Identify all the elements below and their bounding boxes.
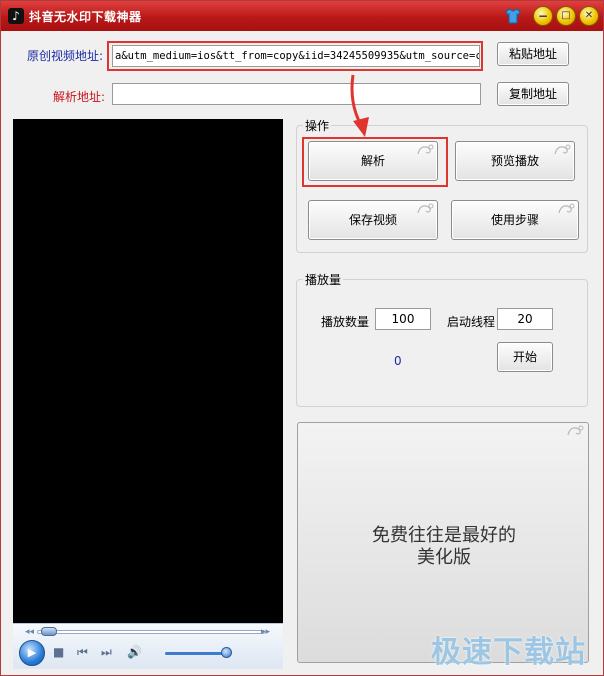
threads-label: 启动线程 (447, 315, 496, 329)
preview-play-label: 预览播放 (490, 154, 539, 168)
stop-icon[interactable]: ■ (53, 645, 64, 659)
swirl-ornament-icon (417, 144, 434, 155)
volume-thumb[interactable] (221, 647, 232, 658)
playback-group-title: 播放量 (303, 271, 344, 288)
media-player-bar: ◂◂ ▸▸ ▶ ■ ⏮ ⏭ 🔊 (13, 623, 283, 669)
swirl-ornament-icon (567, 425, 584, 436)
copy-url-label: 复制地址 (508, 87, 557, 101)
minimize-button[interactable]: − (533, 6, 553, 26)
volume-icon[interactable]: 🔊 (127, 645, 142, 659)
paste-url-button[interactable]: 粘贴地址 (497, 42, 569, 66)
skin-icon[interactable] (504, 7, 522, 25)
close-button[interactable]: ✕ (579, 6, 599, 26)
seek-thumb[interactable] (41, 627, 57, 636)
swirl-ornament-icon (417, 203, 434, 214)
play-count-input[interactable]: 100 (375, 308, 431, 330)
red-arrow-icon (350, 74, 369, 137)
operations-group-title: 操作 (303, 117, 332, 134)
swirl-ornament-icon (558, 203, 575, 214)
window-title: 抖音无水印下载神器 (29, 10, 142, 24)
seek-back-icon[interactable]: ◂◂ (25, 627, 34, 637)
video-display[interactable] (13, 119, 283, 669)
save-video-label: 保存视频 (348, 213, 397, 227)
paste-url-label: 粘贴地址 (508, 47, 557, 61)
promo-line-2: 美化版 (417, 547, 471, 568)
play-count-label: 播放数量 (321, 315, 370, 329)
app-window: ♪ 抖音无水印下载神器 − □ ✕ 原创视频地址: a&utm_medium=i… (0, 0, 604, 676)
title-bar[interactable]: ♪ 抖音无水印下载神器 − □ ✕ (1, 1, 603, 31)
next-icon[interactable]: ⏭ (101, 645, 112, 659)
volume-slider[interactable] (165, 652, 229, 655)
preview-play-button[interactable]: 预览播放 (455, 141, 575, 181)
swirl-ornament-icon (554, 144, 571, 155)
usage-steps-label: 使用步骤 (490, 213, 539, 227)
threads-input[interactable]: 20 (497, 308, 553, 330)
parsed-url-label: 解析地址: (53, 90, 106, 104)
parse-label: 解析 (360, 154, 385, 168)
save-video-button[interactable]: 保存视频 (308, 200, 438, 240)
play-icon[interactable]: ▶ (19, 640, 45, 666)
parse-button[interactable]: 解析 (308, 141, 438, 181)
seek-bar[interactable] (37, 630, 265, 634)
maximize-button[interactable]: □ (556, 6, 576, 26)
source-url-label: 原创视频地址: (27, 49, 104, 63)
seek-forward-icon[interactable]: ▸▸ (261, 627, 270, 637)
tiktok-logo-icon: ♪ (8, 8, 24, 24)
status-count: 0 (394, 354, 402, 368)
start-label: 开始 (512, 350, 537, 364)
start-button[interactable]: 开始 (497, 342, 553, 372)
site-watermark: 极速下载站 (431, 635, 586, 670)
previous-icon[interactable]: ⏮ (77, 645, 88, 659)
source-url-input[interactable]: a&utm_medium=ios&tt_from=copy&iid=342455… (112, 45, 480, 67)
usage-steps-button[interactable]: 使用步骤 (451, 200, 579, 240)
parsed-url-input[interactable] (112, 83, 481, 105)
copy-url-button[interactable]: 复制地址 (497, 82, 569, 106)
